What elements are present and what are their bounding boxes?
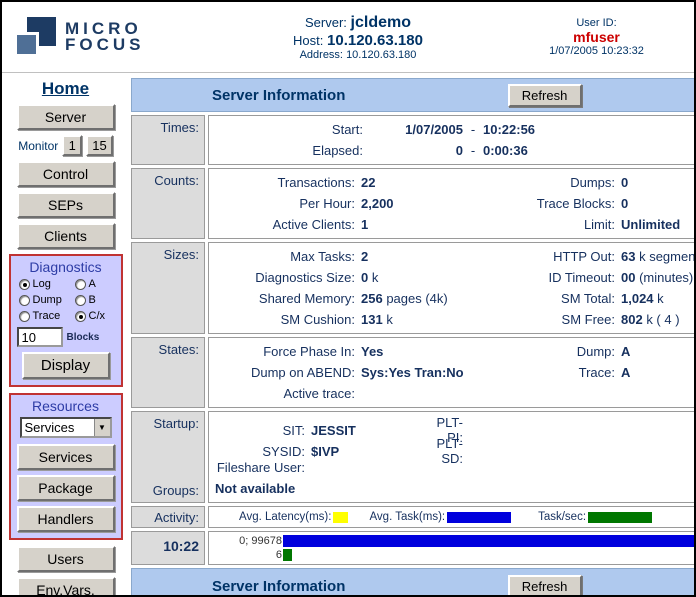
timeline-row: 10:22 0; 99678 6 xyxy=(131,531,696,565)
top-title-bar: Server Information Refresh xyxy=(131,78,696,112)
groups-value: Not available xyxy=(209,478,696,499)
task-sec-bar xyxy=(588,512,652,523)
package-button[interactable]: Package xyxy=(17,475,115,501)
microfocus-logo-icon xyxy=(12,15,58,59)
header: MICRO FOCUS Server: jcldemo Host: 10.120… xyxy=(2,2,694,72)
refresh-button-top[interactable]: Refresh xyxy=(508,84,582,107)
resources-panel: Resources Services ▼ Services Package Ha… xyxy=(9,393,123,540)
radio-a[interactable]: A xyxy=(75,278,117,290)
monitor-1-button[interactable]: 1 xyxy=(62,135,82,156)
users-button[interactable]: Users xyxy=(17,546,115,572)
diagnostics-title: Diagnostics xyxy=(15,259,117,275)
refresh-button-bottom[interactable]: Refresh xyxy=(508,575,582,597)
timeline-blue-bar xyxy=(283,535,696,547)
times-row: Times: Start: 1/07/2005 - 10:22:56 Elaps… xyxy=(131,115,696,165)
server-name: jcldemo xyxy=(351,14,411,31)
control-button[interactable]: Control xyxy=(17,161,115,187)
resources-select-value: Services xyxy=(22,419,94,436)
bottom-page-title: Server Information xyxy=(212,578,345,595)
bottom-title-bar: Server Information Refresh xyxy=(131,568,696,597)
host-value: 10.120.63.180 xyxy=(327,32,423,49)
server-button[interactable]: Server xyxy=(17,104,115,130)
radio-trace[interactable]: Trace xyxy=(19,310,75,322)
blocks-input[interactable] xyxy=(17,327,63,347)
latency-bar xyxy=(333,512,348,523)
counts-row: Counts: Transactions: 22 Dumps: 0 Per Ho… xyxy=(131,168,696,239)
radio-cx-icon[interactable] xyxy=(75,311,86,322)
radio-cx[interactable]: C/x xyxy=(75,310,117,322)
user-id-value: mfuser xyxy=(519,29,674,45)
groups-label: Groups: xyxy=(132,483,199,498)
main-panel: Server Information Refresh Times: Start:… xyxy=(129,73,696,597)
radio-a-icon[interactable] xyxy=(75,279,86,290)
chevron-down-icon[interactable]: ▼ xyxy=(94,419,110,436)
microfocus-logo-text: MICRO FOCUS xyxy=(65,21,145,53)
activity-label: Activity: xyxy=(131,506,205,528)
startup-label: Startup: xyxy=(132,416,199,431)
sidebar: Home Server Monitor 1 15 Control SEPs Cl… xyxy=(2,73,129,597)
monitor-label: Monitor xyxy=(18,139,58,153)
radio-log[interactable]: Log xyxy=(19,278,75,290)
activity-row: Activity: Avg. Latency(ms): Avg. Task(ms… xyxy=(131,506,696,528)
envvars-button[interactable]: Env.Vars. xyxy=(17,577,115,597)
radio-b-icon[interactable] xyxy=(75,295,86,306)
home-link[interactable]: Home xyxy=(42,79,89,99)
page-title: Server Information xyxy=(212,87,345,104)
clients-button[interactable]: Clients xyxy=(17,223,115,249)
display-button[interactable]: Display xyxy=(22,352,110,379)
page: MICRO FOCUS Server: jcldemo Host: 10.120… xyxy=(0,0,696,597)
seps-button[interactable]: SEPs xyxy=(17,192,115,218)
blocks-label: Blocks xyxy=(67,332,100,343)
field-value: 1/07/2005 xyxy=(367,122,463,137)
logo-line2: FOCUS xyxy=(65,37,145,53)
resources-select[interactable]: Services ▼ xyxy=(20,417,112,438)
diagnostics-panel: Diagnostics Log A Dump xyxy=(9,254,123,387)
user-identity: User ID: mfuser 1/07/2005 10:23:32 xyxy=(519,17,694,57)
monitor-15-button[interactable]: 15 xyxy=(86,135,112,156)
legend-latency: Avg. Latency(ms): xyxy=(239,511,348,523)
field-label: Elapsed: xyxy=(209,143,367,158)
startup-row: Startup: Groups: SIT: JESSIT PLT-PI: SYS… xyxy=(131,411,696,503)
server-identity: Server: jcldemo Host: 10.120.63.180 Addr… xyxy=(197,14,519,61)
times-label: Times: xyxy=(131,115,205,165)
sizes-row: Sizes: Max Tasks: 2 HTTP Out: 63 k segme… xyxy=(131,242,696,334)
states-label: States: xyxy=(131,337,205,408)
timeline-row2-value: 6 xyxy=(209,549,283,561)
legend-task-ms: Avg. Task(ms): xyxy=(369,511,511,523)
radio-dump-icon[interactable] xyxy=(19,295,30,306)
sizes-label: Sizes: xyxy=(131,242,205,334)
address-label: Address: xyxy=(300,49,343,61)
server-label: Server: xyxy=(305,15,347,30)
host-label: Host: xyxy=(293,33,323,48)
field-value: 0 xyxy=(367,143,463,158)
radio-trace-icon[interactable] xyxy=(19,311,30,322)
task-ms-bar xyxy=(447,512,511,523)
timeline-row1-value: 0; 99678 xyxy=(209,535,283,547)
legend-task-sec: Task/sec: xyxy=(538,511,652,523)
services-button[interactable]: Services xyxy=(17,444,115,470)
radio-dump[interactable]: Dump xyxy=(19,294,75,306)
timestamp: 1/07/2005 10:23:32 xyxy=(519,45,674,57)
radio-log-icon[interactable] xyxy=(19,279,30,290)
microfocus-logo: MICRO FOCUS xyxy=(2,15,197,59)
timeline-time: 10:22 xyxy=(131,531,205,565)
user-id-label: User ID: xyxy=(519,17,674,29)
radio-b[interactable]: B xyxy=(75,294,117,306)
timeline-green-bar xyxy=(283,549,292,561)
field-value: 0:00:36 xyxy=(481,143,696,158)
resources-title: Resources xyxy=(15,398,117,414)
address-value: 10.120.63.180 xyxy=(346,49,416,61)
counts-label: Counts: xyxy=(131,168,205,239)
field-value: 10:22:56 xyxy=(481,122,696,137)
handlers-button[interactable]: Handlers xyxy=(17,506,115,532)
field-label: Start: xyxy=(209,122,367,137)
states-row: States: Force Phase In: Yes Dump: A Dump… xyxy=(131,337,696,408)
